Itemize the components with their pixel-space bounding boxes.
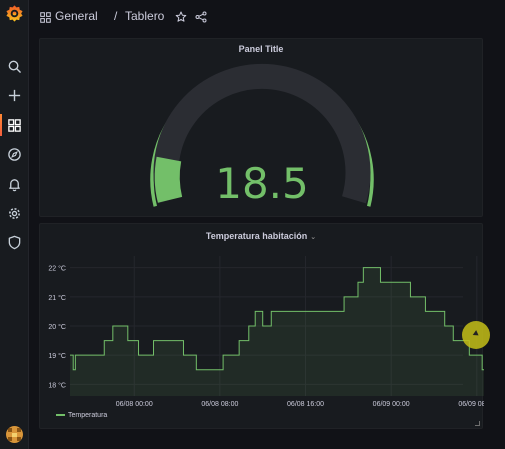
sidebar: [0, 0, 29, 449]
panel-resize-handle[interactable]: [475, 421, 480, 426]
legend-swatch: [56, 414, 65, 417]
breadcrumb-folder-link[interactable]: General: [55, 9, 98, 23]
user-avatar[interactable]: [6, 426, 23, 443]
gauge-value: 18.5: [215, 159, 309, 208]
x-tick-label: 06/08 16:00: [287, 401, 324, 408]
breadcrumb-separator: /: [114, 9, 118, 23]
favorite-star-icon[interactable]: [175, 11, 187, 23]
legend-label: Temperatura: [68, 412, 108, 419]
mouse-cursor-highlight: [462, 321, 490, 349]
avatar-pattern-icon: [8, 428, 21, 441]
active-nav-indicator: [0, 114, 2, 136]
y-tick-label: 19 °C: [48, 352, 66, 360]
timeseries-panel[interactable]: Temperatura habitación ⌄ 18 °C 19 °C 20 °C 2…: [39, 223, 484, 429]
plus-icon[interactable]: [7, 88, 22, 103]
timeseries-chart: 18 °C 19 °C 20 °C 21 °C 22 °C 06/08 00:00 06/0…: [48, 256, 484, 408]
x-tick-label: 06/09 00:00: [373, 401, 410, 408]
dashboards-icon[interactable]: [7, 118, 22, 133]
dashboard-title-link[interactable]: Tablero: [125, 9, 164, 23]
gauge-panel[interactable]: Panel Title 18.5: [39, 38, 483, 217]
grafana-logo-icon[interactable]: [5, 4, 24, 23]
dashboard-navbar: General / Tablero: [29, 0, 505, 34]
cursor-arrow-icon: [472, 330, 481, 338]
y-tick-label: 22 °C: [48, 265, 66, 273]
legend[interactable]: Temperatura: [56, 412, 107, 419]
x-tick-label: 06/09 08:00: [458, 401, 484, 408]
x-tick-label: 06/08 00:00: [116, 401, 153, 408]
series-area-fill: [70, 267, 484, 396]
shield-icon[interactable]: [7, 235, 22, 250]
share-icon[interactable]: [195, 11, 207, 23]
configuration-gear-icon[interactable]: [7, 206, 22, 221]
alerting-bell-icon[interactable]: [7, 177, 22, 192]
x-tick-label: 06/08 08:00: [201, 401, 238, 408]
dashboard-grid-icon: [40, 12, 51, 23]
explore-icon[interactable]: [7, 147, 22, 162]
gauge-value-arc: [154, 156, 183, 203]
search-icon[interactable]: [7, 59, 22, 74]
y-tick-label: 18 °C: [48, 381, 66, 389]
y-tick-label: 21 °C: [48, 294, 66, 302]
y-tick-label: 20 °C: [48, 323, 66, 331]
